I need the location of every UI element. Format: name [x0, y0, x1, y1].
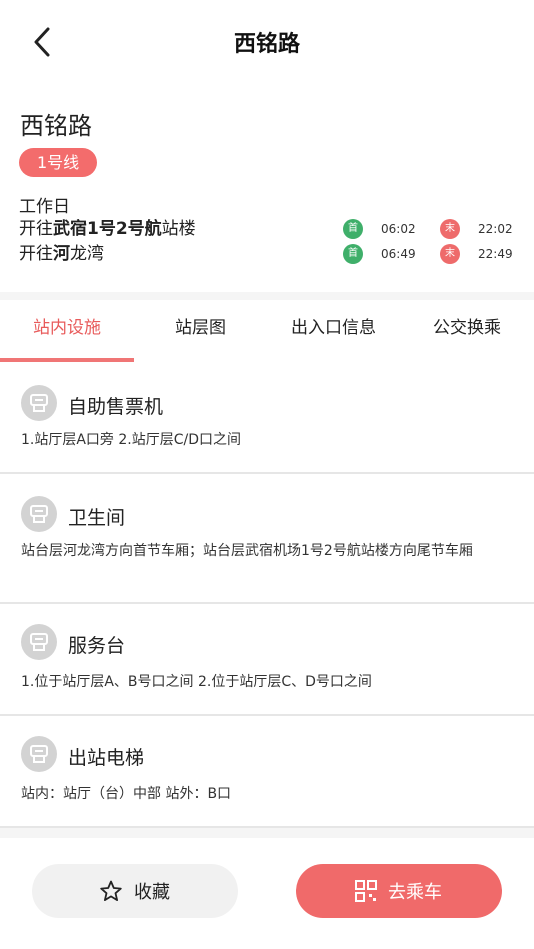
first-train-badge: 首: [343, 244, 363, 264]
tab-entrances[interactable]: 出入口信息: [267, 300, 400, 362]
header: 西铭路: [0, 0, 534, 84]
direction-row: 开往河龙湾 首 06:49 末 22:49: [19, 241, 514, 267]
direction-bold: 武宿1号2号航: [53, 219, 162, 239]
last-train-time: 22:49: [478, 247, 513, 261]
station-name: 西铭路: [20, 112, 92, 140]
bottom-action-bar: 收藏 去乘车: [0, 838, 534, 949]
day-type: 工作日: [19, 197, 70, 217]
ride-label: 去乘车: [388, 882, 442, 903]
direction-suffix: 龙湾: [70, 244, 104, 264]
tab-floor-map[interactable]: 站层图: [134, 300, 267, 362]
favorite-button[interactable]: 收藏: [32, 864, 238, 918]
facility-icon: [21, 496, 57, 532]
direction-text: 开往武宿1号2号航站楼: [19, 216, 196, 242]
facility-icon: [21, 385, 57, 421]
first-train-time: 06:49: [381, 247, 416, 261]
active-tab-indicator: [0, 358, 134, 362]
last-train-badge: 末: [440, 244, 460, 264]
list-item[interactable]: 自助售票机 1.站厅层A口旁 2.站厅层C/D口之间: [0, 364, 534, 472]
line-badge: 1号线: [19, 148, 98, 177]
list-item[interactable]: 服务台 1.位于站厅层A、B号口之间 2.位于站厅层C、D号口之间: [0, 604, 534, 714]
facility-desc: 站内：站厅（台）中部 站外：B口: [21, 786, 232, 802]
facility-icon: [21, 624, 57, 660]
divider: [0, 826, 534, 828]
favorite-label: 收藏: [134, 882, 170, 903]
facility-icon: [21, 736, 57, 772]
direction-text: 开往河龙湾: [19, 241, 104, 267]
direction-prefix: 开往: [19, 244, 53, 264]
facility-desc: 1.站厅层A口旁 2.站厅层C/D口之间: [21, 432, 242, 448]
last-train-badge: 末: [440, 219, 460, 239]
list-item[interactable]: 出站电梯 站内：站厅（台）中部 站外：B口: [0, 716, 534, 826]
facility-title: 出站电梯: [68, 747, 145, 769]
list-item[interactable]: 卫生间 站台层河龙湾方向首节车厢；站台层武宿机场1号2号航站楼方向尾节车厢: [0, 474, 534, 602]
ride-button[interactable]: 去乘车: [296, 864, 502, 918]
facility-title: 卫生间: [68, 507, 126, 529]
direction-bold: 河: [53, 244, 70, 264]
tab-bar: 站内设施 站层图 出入口信息 公交换乘: [0, 300, 534, 364]
first-train-badge: 首: [343, 219, 363, 239]
direction-row: 开往武宿1号2号航站楼 首 06:02 末 22:02: [19, 216, 514, 242]
facility-title: 服务台: [68, 635, 126, 657]
facility-desc: 1.位于站厅层A、B号口之间 2.位于站厅层C、D号口之间: [21, 674, 372, 690]
first-train-time: 06:02: [381, 222, 416, 236]
page-title: 西铭路: [233, 32, 300, 57]
tab-bus-transfer[interactable]: 公交换乘: [400, 300, 534, 362]
qr-code-icon: [355, 880, 377, 902]
last-train-time: 22:02: [478, 222, 513, 236]
star-icon: [100, 880, 122, 902]
facility-desc: 站台层河龙湾方向首节车厢；站台层武宿机场1号2号航站楼方向尾节车厢: [21, 543, 473, 559]
direction-prefix: 开往: [19, 219, 53, 239]
station-info-card: 西铭路 1号线 工作日 开往武宿1号2号航站楼 首 06:02 末 22:02 …: [0, 84, 534, 292]
facility-title: 自助售票机: [68, 396, 164, 418]
tab-facilities[interactable]: 站内设施: [0, 300, 134, 362]
direction-suffix: 站楼: [161, 219, 196, 239]
